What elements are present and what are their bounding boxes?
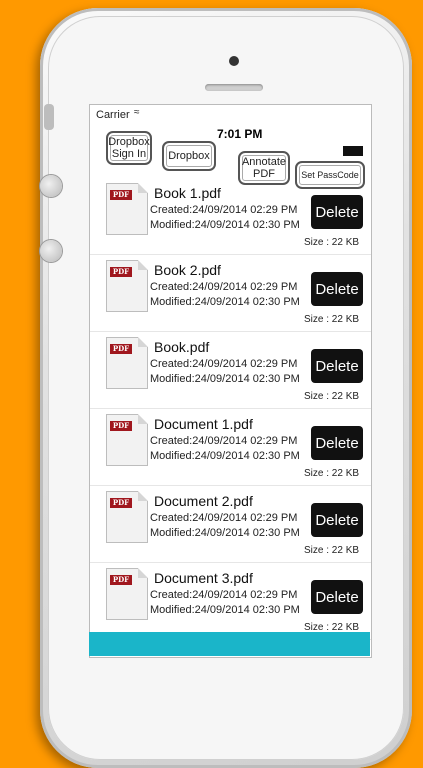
mute-switch bbox=[44, 104, 54, 130]
pdf-file-icon: PDF bbox=[106, 183, 148, 235]
delete-button[interactable]: Delete bbox=[311, 195, 363, 229]
file-name: Document 2.pdf bbox=[154, 493, 253, 509]
list-item[interactable]: PDF Book 2.pdf Created:24/09/2014 02:29 … bbox=[90, 258, 371, 332]
modified-date: Modified:24/09/2014 02:30 PM bbox=[150, 450, 300, 462]
wifi-icon: ≈ bbox=[134, 107, 140, 118]
toolbar: Dropbox Sign In Dropbox Annotate PDF Set… bbox=[90, 131, 371, 189]
pdf-file-icon: PDF bbox=[106, 568, 148, 620]
created-date: Created:24/09/2014 02:29 PM bbox=[150, 204, 298, 216]
created-date: Created:24/09/2014 02:29 PM bbox=[150, 358, 298, 370]
delete-button[interactable]: Delete bbox=[311, 349, 363, 383]
pdf-file-icon: PDF bbox=[106, 414, 148, 466]
file-name: Book 2.pdf bbox=[154, 262, 221, 278]
created-date: Created:24/09/2014 02:29 PM bbox=[150, 512, 298, 524]
list-item[interactable]: PDF Document 3.pdf Created:24/09/2014 02… bbox=[90, 566, 371, 640]
delete-button[interactable]: Delete bbox=[311, 272, 363, 306]
file-name: Document 1.pdf bbox=[154, 416, 253, 432]
list-item[interactable]: PDF Book 1.pdf Created:24/09/2014 02:29 … bbox=[90, 181, 371, 255]
file-size: Size : 22 KB bbox=[304, 545, 360, 556]
earpiece-speaker bbox=[205, 84, 263, 91]
dropbox-signin-button[interactable]: Dropbox Sign In bbox=[106, 131, 152, 165]
file-size: Size : 22 KB bbox=[304, 237, 360, 248]
modified-date: Modified:24/09/2014 02:30 PM bbox=[150, 219, 300, 231]
modified-date: Modified:24/09/2014 02:30 PM bbox=[150, 373, 300, 385]
modified-date: Modified:24/09/2014 02:30 PM bbox=[150, 296, 300, 308]
file-size: Size : 22 KB bbox=[304, 314, 360, 325]
annotate-pdf-button[interactable]: Annotate PDF bbox=[238, 151, 290, 185]
list-item[interactable]: PDF Document 1.pdf Created:24/09/2014 02… bbox=[90, 412, 371, 486]
file-name: Book 1.pdf bbox=[154, 185, 221, 201]
file-size: Size : 22 KB bbox=[304, 391, 360, 402]
created-date: Created:24/09/2014 02:29 PM bbox=[150, 435, 298, 447]
delete-button[interactable]: Delete bbox=[311, 580, 363, 614]
list-item[interactable]: PDF Book.pdf Created:24/09/2014 02:29 PM… bbox=[90, 335, 371, 409]
file-name: Document 3.pdf bbox=[154, 570, 253, 586]
volume-down-button bbox=[40, 240, 62, 262]
list-item[interactable]: PDF Document 2.pdf Created:24/09/2014 02… bbox=[90, 489, 371, 563]
status-bar: Carrier ≈ bbox=[90, 105, 371, 125]
app-screen: Carrier ≈ 7:01 PM Dropbox Sign In Dropbo… bbox=[89, 104, 372, 658]
delete-button[interactable]: Delete bbox=[311, 426, 363, 460]
front-camera bbox=[229, 56, 239, 66]
modified-date: Modified:24/09/2014 02:30 PM bbox=[150, 604, 300, 616]
file-name: Book.pdf bbox=[154, 339, 210, 355]
dropbox-button[interactable]: Dropbox bbox=[162, 141, 216, 171]
carrier-label: Carrier bbox=[96, 109, 130, 121]
modified-date: Modified:24/09/2014 02:30 PM bbox=[150, 527, 300, 539]
bottom-accent-bar bbox=[89, 632, 370, 656]
file-size: Size : 22 KB bbox=[304, 468, 360, 479]
pdf-file-icon: PDF bbox=[106, 491, 148, 543]
pdf-file-icon: PDF bbox=[106, 260, 148, 312]
delete-button[interactable]: Delete bbox=[311, 503, 363, 537]
created-date: Created:24/09/2014 02:29 PM bbox=[150, 589, 298, 601]
volume-up-button bbox=[40, 175, 62, 197]
pdf-file-icon: PDF bbox=[106, 337, 148, 389]
created-date: Created:24/09/2014 02:29 PM bbox=[150, 281, 298, 293]
